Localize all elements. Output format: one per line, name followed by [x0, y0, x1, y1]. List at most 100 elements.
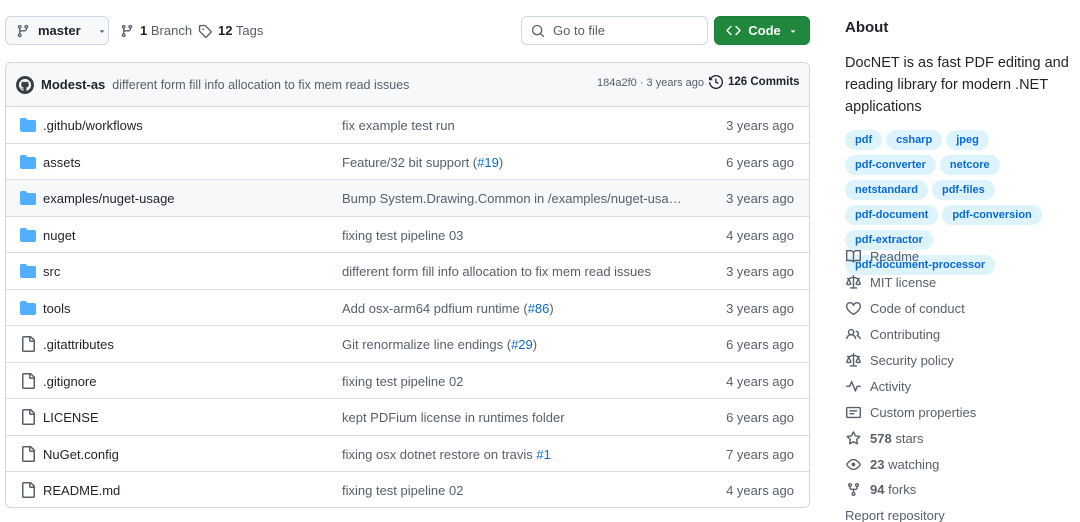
topic-tag[interactable]: netcore	[939, 155, 1000, 175]
about-link-forks[interactable]: 94 forks	[845, 477, 1077, 503]
topic-tag[interactable]: pdf-converter	[845, 155, 936, 175]
file-row[interactable]: LICENSE kept PDFium license in runtimes f…	[6, 399, 809, 436]
commit-message-link[interactable]: fixing test pipeline 02	[342, 483, 687, 498]
topic-tag[interactable]: pdf	[845, 130, 883, 150]
commit-message-text: Bump System.Drawing.Common in /examples/…	[342, 191, 687, 206]
topic-tag[interactable]: pdf-document	[845, 205, 939, 225]
folder-icon	[20, 117, 36, 133]
topic-tag[interactable]: netstandard	[845, 180, 928, 200]
about-link-text: Code of conduct	[870, 301, 965, 317]
file-name-link[interactable]: README.md	[43, 483, 120, 498]
commit-hash-age[interactable]: 184a2f0 · 3 years ago	[597, 77, 704, 89]
avatar[interactable]	[16, 75, 34, 94]
git-branch-icon	[120, 24, 134, 38]
file-row[interactable]: nuget fixing test pipeline 03 4 years ago	[6, 217, 809, 253]
about-link-text: watching	[888, 456, 940, 472]
file-row[interactable]: .gitattributes Git renormalize line endin…	[6, 326, 809, 363]
commit-date: 7 years ago	[726, 446, 794, 462]
commit-date: 3 years ago	[726, 300, 794, 316]
file-row[interactable]: examples/nuget-usage Bump System.Drawing.…	[6, 180, 809, 217]
about-link-watching[interactable]: 23 watching	[845, 451, 1077, 477]
about-link-report-repository[interactable]: Report repository	[845, 503, 1077, 522]
commit-date: 3 years ago	[726, 118, 794, 133]
commit-message-link[interactable]: kept PDFium license in runtimes folder	[342, 410, 687, 425]
commit-message-link[interactable]: fixing osx dotnet restore on travis #1	[342, 447, 687, 462]
topic-tag[interactable]: pdf-files	[931, 180, 995, 200]
go-to-file-input[interactable]	[553, 23, 703, 38]
commit-message-link[interactable]: fix example test run	[342, 118, 687, 133]
about-link-label: Custom properties	[870, 405, 976, 420]
file-name-link[interactable]: .github/workflows	[43, 118, 143, 133]
file-name-link[interactable]: tools	[43, 301, 70, 316]
commit-message-text: fixing osx dotnet restore on travis	[342, 446, 537, 462]
branch-selector-button[interactable]: master	[5, 16, 109, 45]
commit-message-link[interactable]: Git renormalize line endings (#29)	[342, 337, 687, 352]
go-to-file-box[interactable]	[521, 16, 708, 45]
file-row[interactable]: tools Add osx-arm64 pdfium runtime (#86) 3…	[6, 290, 809, 326]
git-branch-icon	[16, 24, 30, 38]
file-name-link[interactable]: NuGet.config	[43, 447, 119, 462]
commit-message-link[interactable]: Add osx-arm64 pdfium runtime (#86)	[342, 301, 687, 316]
about-links: Readme MIT license Code of conduct Contribu…	[845, 244, 1077, 522]
about-link-readme[interactable]: Readme	[845, 244, 1077, 270]
about-link-label: Security policy	[870, 353, 954, 368]
code-button[interactable]: Code	[714, 16, 810, 45]
about-link-contributing[interactable]: Contributing	[845, 322, 1077, 348]
file-row[interactable]: assets Feature/32 bit support (#19) 6 year…	[6, 144, 809, 180]
file-name-link[interactable]: .gitattributes	[43, 337, 114, 352]
tag-count: 12	[218, 23, 233, 38]
issue-ref-link[interactable]: #1	[536, 447, 550, 462]
file-row[interactable]: .gitignore fixing test pipeline 02 4 years…	[6, 363, 809, 399]
topic-tag[interactable]: pdf-conversion	[942, 205, 1042, 225]
about-link-code-of-conduct[interactable]: Code of conduct	[845, 296, 1077, 322]
code-icon	[726, 23, 742, 38]
file-name-link[interactable]: assets	[43, 155, 81, 170]
tags-link[interactable]: 12 Tags	[198, 16, 263, 45]
commit-date: 6 years ago	[726, 337, 794, 352]
commit-message[interactable]: different form fill info allocation to f…	[112, 78, 409, 92]
file-row[interactable]: NuGet.config fixing osx dotnet restore on…	[6, 436, 809, 472]
commit-message-link[interactable]: different form fill info allocation to f…	[342, 264, 687, 279]
topic-tag[interactable]: csharp	[886, 130, 943, 150]
file-list: .github/workflows fix example test run 3 y…	[6, 107, 809, 507]
scale-icon	[845, 275, 861, 290]
issue-ref-link[interactable]: #29	[511, 337, 533, 352]
folder-icon	[20, 263, 36, 279]
file-name-link[interactable]: nuget	[43, 228, 76, 243]
about-link-stars[interactable]: 578 stars	[845, 425, 1077, 451]
book-icon	[845, 249, 861, 264]
branches-link[interactable]: 1 Branch	[120, 16, 192, 45]
commits-link[interactable]: 126 Commits	[709, 75, 800, 89]
folder-icon	[20, 154, 36, 170]
file-name-link[interactable]: .gitignore	[43, 374, 96, 389]
commit-message-link[interactable]: fixing test pipeline 03	[342, 228, 687, 243]
about-link-text: stars	[895, 430, 924, 446]
commit-message-suffix: )	[532, 337, 538, 352]
tag-icon	[198, 24, 212, 38]
commit-message-link[interactable]: fixing test pipeline 02	[342, 374, 687, 389]
about-link-mit-license[interactable]: MIT license	[845, 270, 1077, 296]
about-link-label: Contributing	[870, 327, 940, 342]
file-name-link[interactable]: LICENSE	[43, 410, 99, 425]
commit-message-text: Git renormalize line endings (	[342, 337, 512, 352]
file-row[interactable]: .github/workflows fix example test run 3 y…	[6, 107, 809, 144]
file-name-link[interactable]: src	[43, 264, 60, 279]
about-link-security-policy[interactable]: Security policy	[845, 348, 1077, 374]
topic-tag[interactable]: jpeg	[946, 130, 989, 150]
issue-ref-link[interactable]: #86	[528, 301, 550, 316]
commit-message-link[interactable]: Feature/32 bit support (#19)	[342, 155, 687, 170]
about-link-label: 578 stars	[870, 431, 924, 446]
commit-message-text: Add osx-arm64 pdfium runtime (	[342, 300, 528, 316]
file-name-link[interactable]: examples/nuget-usage	[43, 191, 175, 206]
commit-date: 4 years ago	[726, 483, 794, 498]
file-row[interactable]: README.md fixing test pipeline 02 4 years …	[6, 472, 809, 507]
about-link-text: Report repository	[845, 508, 945, 522]
about-link-custom-properties[interactable]: Custom properties	[845, 399, 1077, 425]
file-row[interactable]: src different form fill info allocation t…	[6, 253, 809, 290]
commit-date: 4 years ago	[726, 373, 794, 389]
about-link-activity[interactable]: Activity	[845, 373, 1077, 399]
commit-author[interactable]: Modest-as	[41, 77, 105, 92]
commit-date: 4 years ago	[726, 227, 794, 243]
commit-message-link[interactable]: Bump System.Drawing.Common in /examples/…	[342, 191, 687, 206]
issue-ref-link[interactable]: #19	[477, 155, 499, 170]
